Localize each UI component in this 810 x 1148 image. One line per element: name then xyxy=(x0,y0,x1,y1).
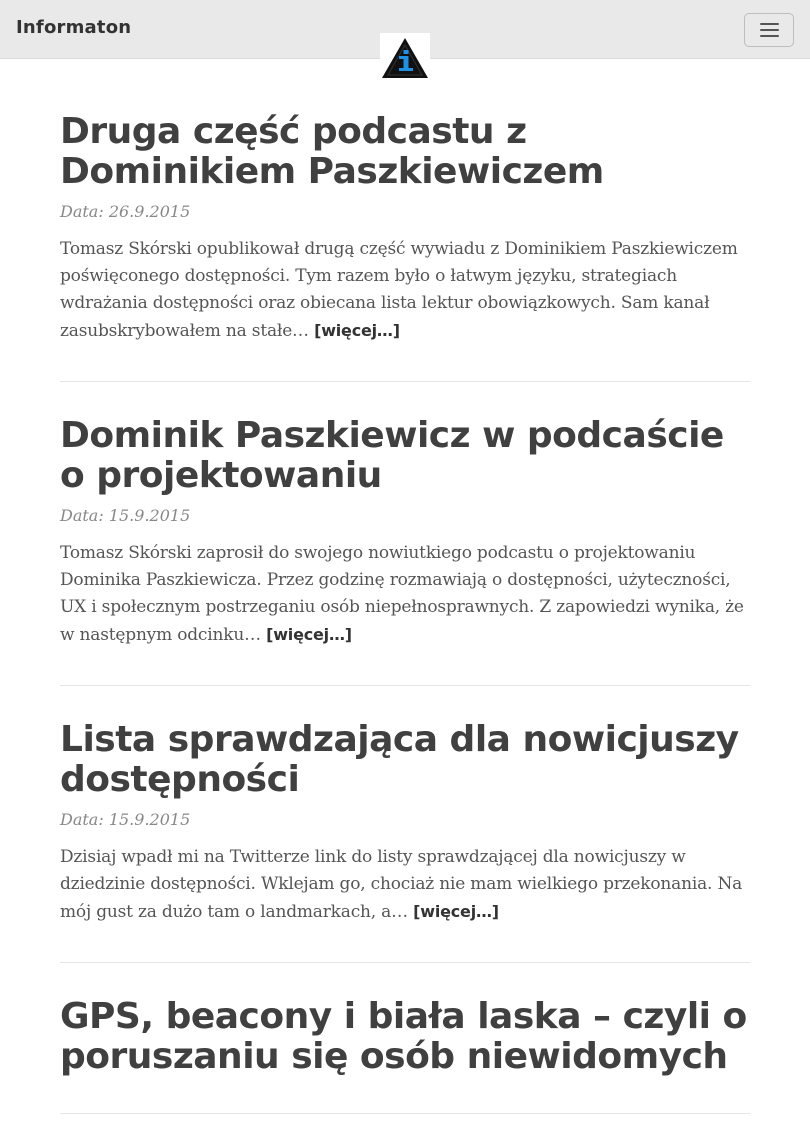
post-excerpt-text: Tomasz Skórski zaprosił do swojego nowiu… xyxy=(60,543,744,645)
post-title-link[interactable]: Druga część podcastu z Dominikiem Paszki… xyxy=(60,111,604,192)
post-title: Druga część podcastu z Dominikiem Paszki… xyxy=(60,112,750,192)
post-excerpt-text: Dzisiaj wpadł mi na Twitterze link do li… xyxy=(60,847,743,922)
post-title-link[interactable]: Lista sprawdzająca dla nowicjuszy dostęp… xyxy=(60,719,739,800)
post-title: Dominik Paszkiewicz w podcaście o projek… xyxy=(60,416,750,496)
post-title: Lista sprawdzająca dla nowicjuszy dostęp… xyxy=(60,720,750,800)
post-date: Data: 15.9.2015 xyxy=(60,810,191,829)
logo-svg xyxy=(382,38,428,78)
post-title-link[interactable]: Dominik Paszkiewicz w podcaście o projek… xyxy=(60,415,724,496)
post-date: Data: 15.9.2015 xyxy=(60,506,191,525)
post-date: Data: 26.9.2015 xyxy=(60,202,191,221)
info-triangle-logo-icon[interactable] xyxy=(380,33,430,80)
post-item: GPS, beacony i biała laska – czyli o por… xyxy=(60,997,750,1114)
post-item: Lista sprawdzająca dla nowicjuszy dostęp… xyxy=(60,720,750,963)
posts-list: Druga część podcastu z Dominikiem Paszki… xyxy=(60,112,750,1148)
menu-toggle-button[interactable] xyxy=(744,13,794,47)
post-item: Druga część podcastu z Dominikiem Paszki… xyxy=(60,112,750,382)
post-excerpt: Dzisiaj wpadł mi na Twitterze link do li… xyxy=(60,844,750,926)
post-title-link[interactable]: GPS, beacony i biała laska – czyli o por… xyxy=(60,996,747,1077)
post-excerpt: Tomasz Skórski opublikował drugą część w… xyxy=(60,236,750,345)
read-more-link[interactable]: [więcej…] xyxy=(266,625,352,644)
read-more-link[interactable]: [więcej…] xyxy=(413,902,499,921)
post-item: Dominik Paszkiewicz w podcaście o projek… xyxy=(60,416,750,686)
post-excerpt: Tomasz Skórski zaprosił do swojego nowiu… xyxy=(60,540,750,649)
read-more-link[interactable]: [więcej…] xyxy=(314,321,400,340)
brand-link[interactable]: Informaton xyxy=(16,17,131,38)
post-title: GPS, beacony i biała laska – czyli o por… xyxy=(60,997,750,1077)
